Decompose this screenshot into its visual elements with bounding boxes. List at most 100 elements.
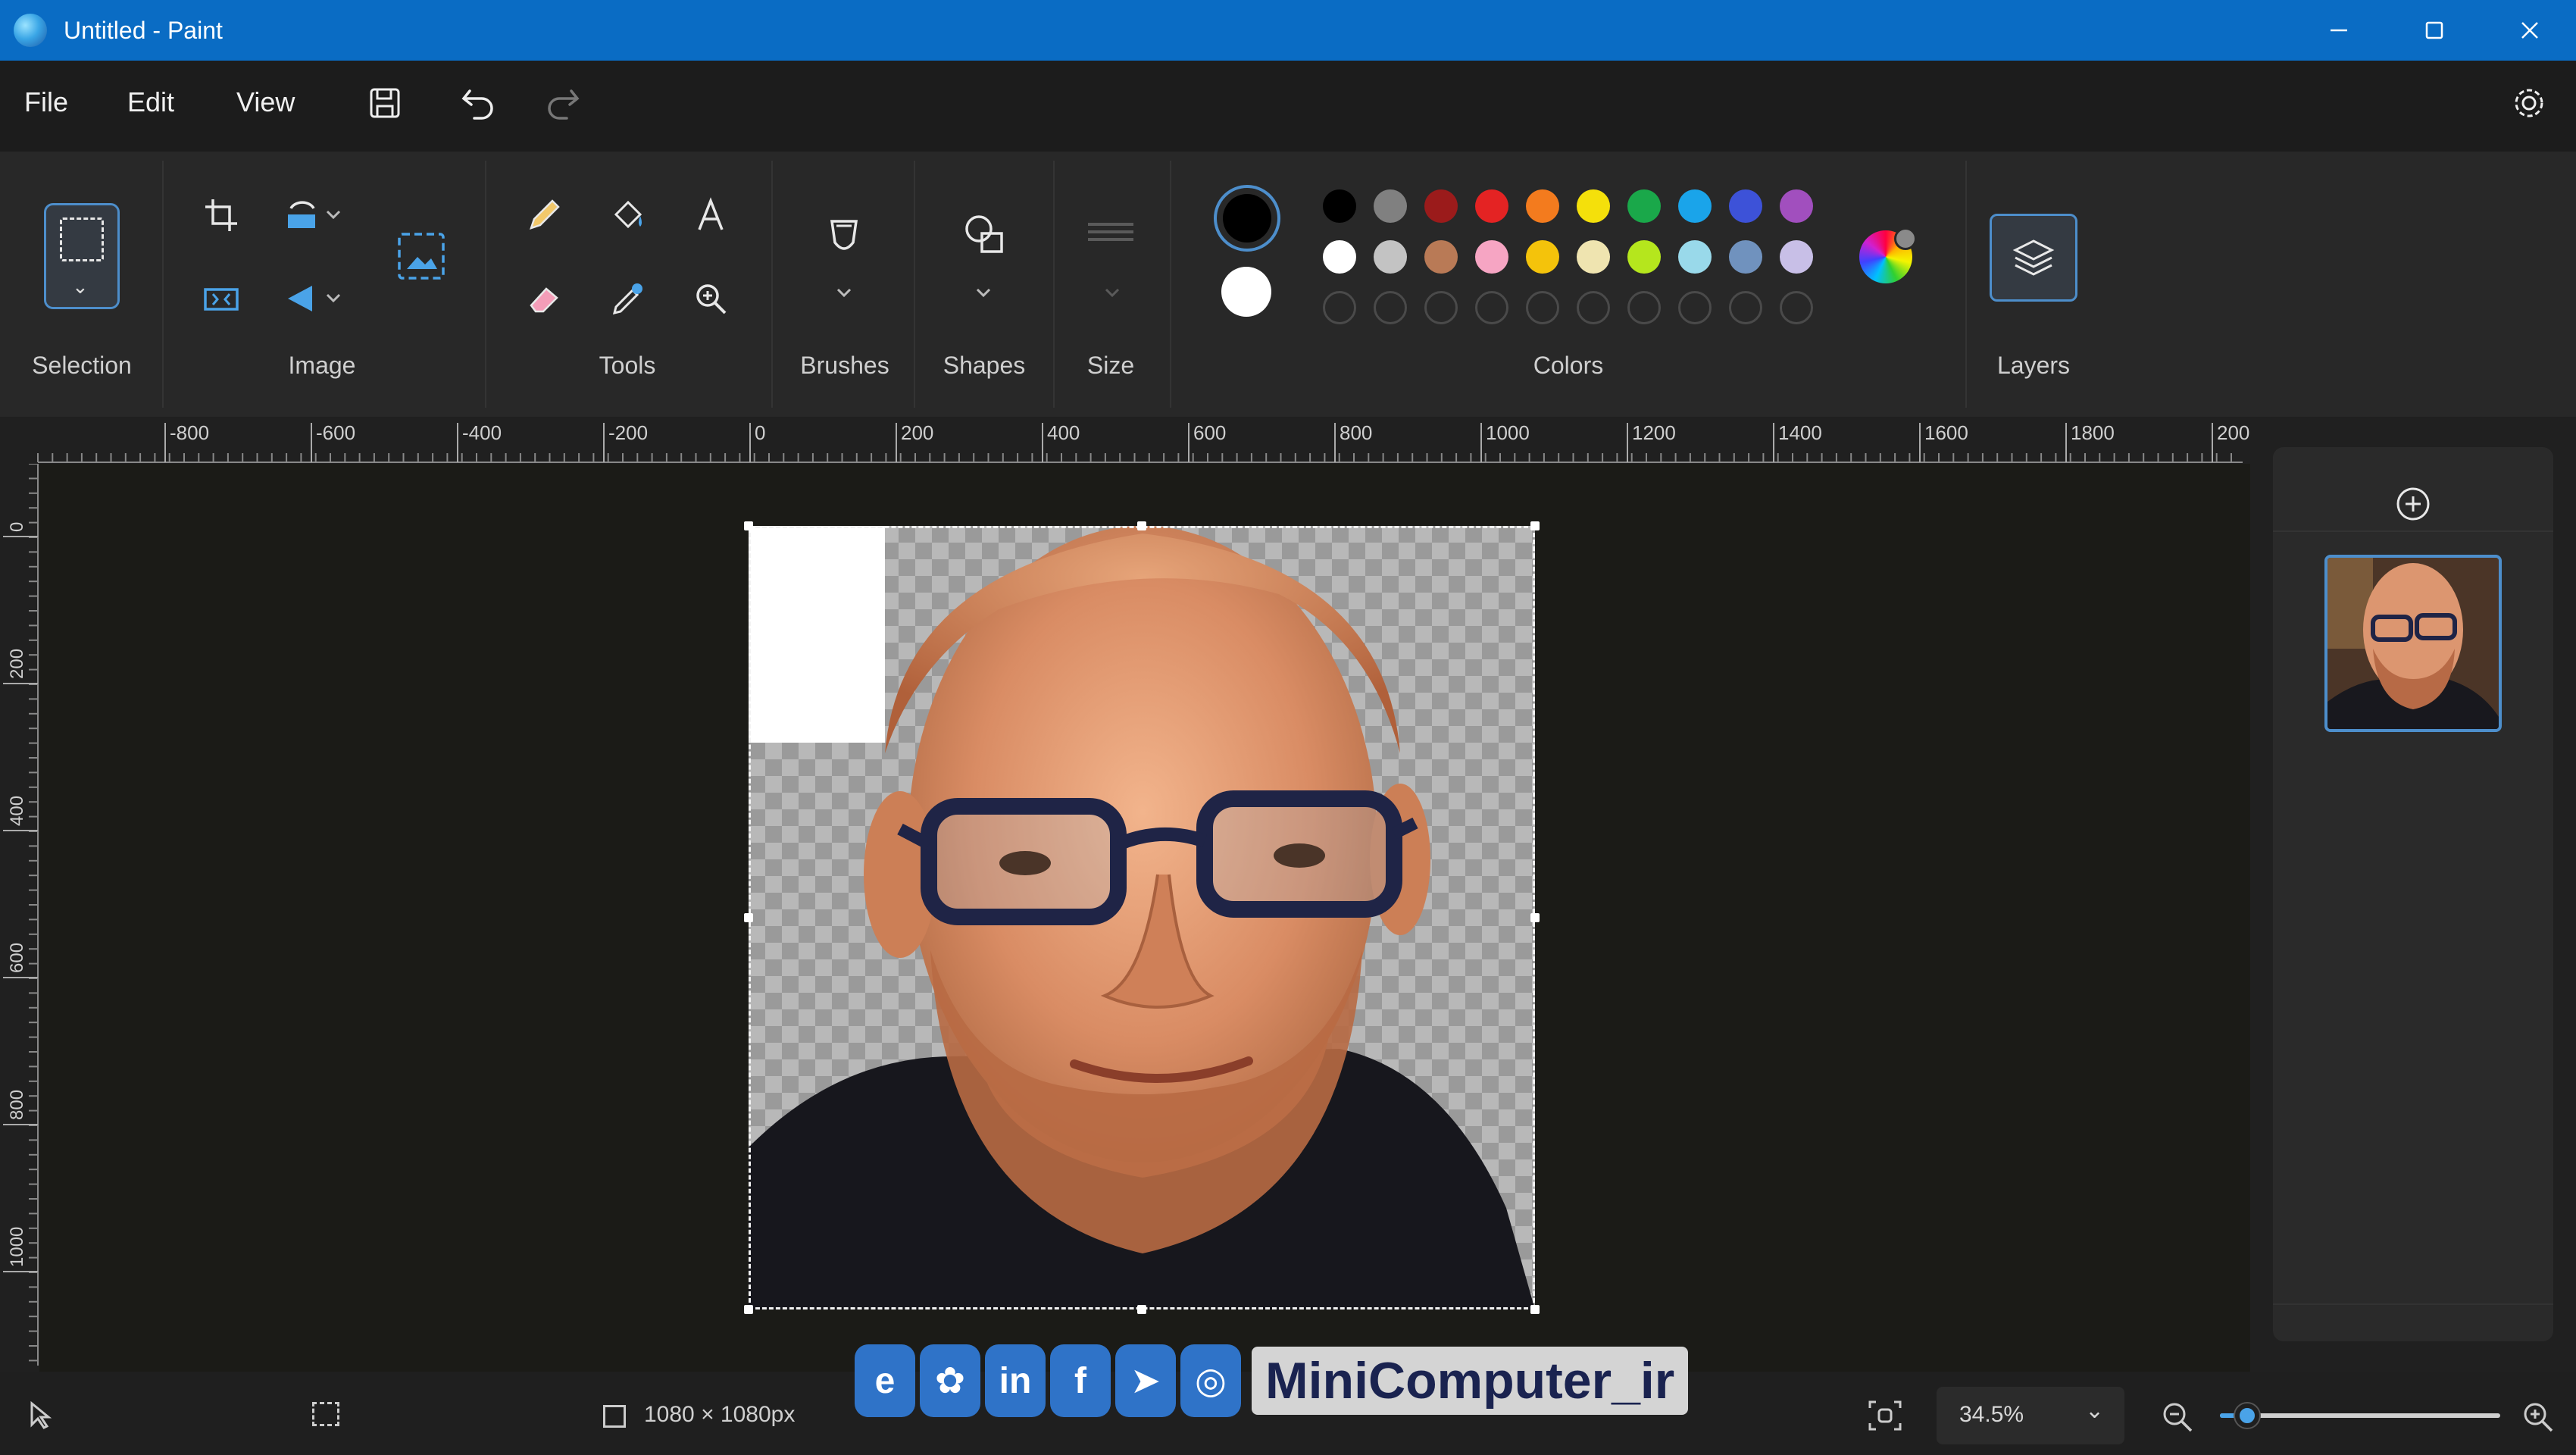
size-button[interactable] [1068,205,1156,311]
fit-icon[interactable] [1867,1399,1903,1432]
crop-icon[interactable] [191,185,252,246]
menu-edit[interactable]: Edit [127,86,174,118]
color-wheel-icon[interactable] [1859,230,1912,283]
pointer-icon [27,1400,53,1435]
color-swatch[interactable] [1475,189,1508,223]
color-swatch[interactable] [1780,189,1813,223]
ruler-label: 400 [7,796,27,826]
group-label-tools: Tools [561,352,694,380]
group-label-image: Image [250,352,394,380]
color-swatch[interactable] [1424,189,1458,223]
color-swatch[interactable] [1526,240,1559,274]
panel-divider [2273,530,2553,532]
custom-color-slot[interactable] [1424,291,1458,324]
eraser-icon[interactable] [514,268,574,329]
brushes-button[interactable] [800,205,888,311]
custom-color-slot[interactable] [1475,291,1508,324]
ruler-label: 200 [7,649,27,679]
rotate-icon[interactable] [274,185,358,246]
brush-icon [800,205,888,311]
flip-icon[interactable] [274,268,358,329]
custom-color-slot[interactable] [1780,291,1813,324]
layer-thumbnail[interactable] [2324,555,2502,732]
resize-handle[interactable] [1137,1305,1146,1314]
text-icon[interactable] [680,185,741,246]
ruler-label: 800 [7,1090,27,1120]
color-swatch[interactable] [1627,189,1661,223]
group-label-brushes: Brushes [780,352,909,380]
layers-button[interactable] [1990,214,2077,302]
zoom-value: 34.5% [1959,1402,2024,1428]
selection-button[interactable]: ⌄ [44,203,120,309]
color-swatch[interactable] [1374,189,1407,223]
group-label-colors: Colors [1485,352,1652,380]
resize-icon[interactable] [191,268,252,329]
zoom-slider-track [2220,1413,2500,1418]
color-swatch[interactable] [1678,240,1712,274]
pencil-icon[interactable] [514,185,574,246]
resize-handle[interactable] [1530,1305,1540,1314]
custom-color-slot[interactable] [1323,291,1356,324]
resize-handle[interactable] [744,521,753,530]
color-swatch[interactable] [1729,240,1762,274]
color-swatch[interactable] [1729,189,1762,223]
resize-handle[interactable] [744,913,753,922]
zoom-slider[interactable] [2220,1403,2500,1428]
settings-icon[interactable] [2505,79,2553,127]
maximize-button[interactable] [2387,0,2482,61]
primary-color[interactable] [1214,185,1280,252]
ruler-label: 400 [1047,421,1080,444]
resize-handle[interactable] [744,1305,753,1314]
color-swatch[interactable] [1424,240,1458,274]
selection-border [749,526,1535,1310]
linkedin-icon: in [985,1344,1046,1417]
custom-color-slot[interactable] [1577,291,1610,324]
color-swatch[interactable] [1678,189,1712,223]
menu-view[interactable]: View [236,86,295,118]
resize-handle[interactable] [1530,913,1540,922]
minimize-button[interactable] [2291,0,2387,61]
color-swatch[interactable] [1374,240,1407,274]
fill-icon[interactable] [597,185,658,246]
redo-icon[interactable] [538,79,586,127]
resize-handle[interactable] [1137,521,1146,530]
menu-file[interactable]: File [24,86,68,118]
color-swatch[interactable] [1323,240,1356,274]
custom-color-slot[interactable] [1374,291,1407,324]
color-swatch[interactable] [1475,240,1508,274]
custom-color-slot[interactable] [1526,291,1559,324]
image-select-icon[interactable] [391,226,452,286]
ruler-label: 1400 [1778,421,1822,444]
zoom-in-icon[interactable] [2520,1399,2555,1438]
magnifier-icon[interactable] [680,268,741,329]
undo-icon[interactable] [455,79,503,127]
flower-icon: ✿ [920,1344,980,1417]
custom-color-slot[interactable] [1627,291,1661,324]
size-icon [1068,205,1156,311]
color-swatch[interactable] [1577,189,1610,223]
ruler-label: 600 [1193,421,1226,444]
add-layer-icon[interactable] [2387,477,2440,530]
zoom-dropdown[interactable]: 34.5% ⌄ [1937,1387,2124,1444]
zoom-slider-thumb[interactable] [2235,1403,2259,1428]
color-swatch[interactable] [1323,189,1356,223]
ruler-label: -600 [316,421,355,444]
color-swatch[interactable] [1577,240,1610,274]
secondary-color[interactable] [1221,267,1271,317]
close-button[interactable] [2482,0,2576,61]
color-swatch[interactable] [1526,189,1559,223]
custom-color-slot[interactable] [1729,291,1762,324]
color-swatch[interactable] [1627,240,1661,274]
shapes-button[interactable] [939,205,1027,311]
selection-size-icon [312,1402,339,1426]
ruler-label: -800 [170,421,209,444]
group-label-layers: Layers [1965,352,2102,380]
app-icon [14,14,47,47]
zoom-out-icon[interactable] [2159,1399,2194,1438]
save-icon[interactable] [361,79,409,127]
ruler-label: 1000 [1486,421,1530,444]
color-picker-icon[interactable] [597,268,658,329]
custom-color-slot[interactable] [1678,291,1712,324]
resize-handle[interactable] [1530,521,1540,530]
color-swatch[interactable] [1780,240,1813,274]
